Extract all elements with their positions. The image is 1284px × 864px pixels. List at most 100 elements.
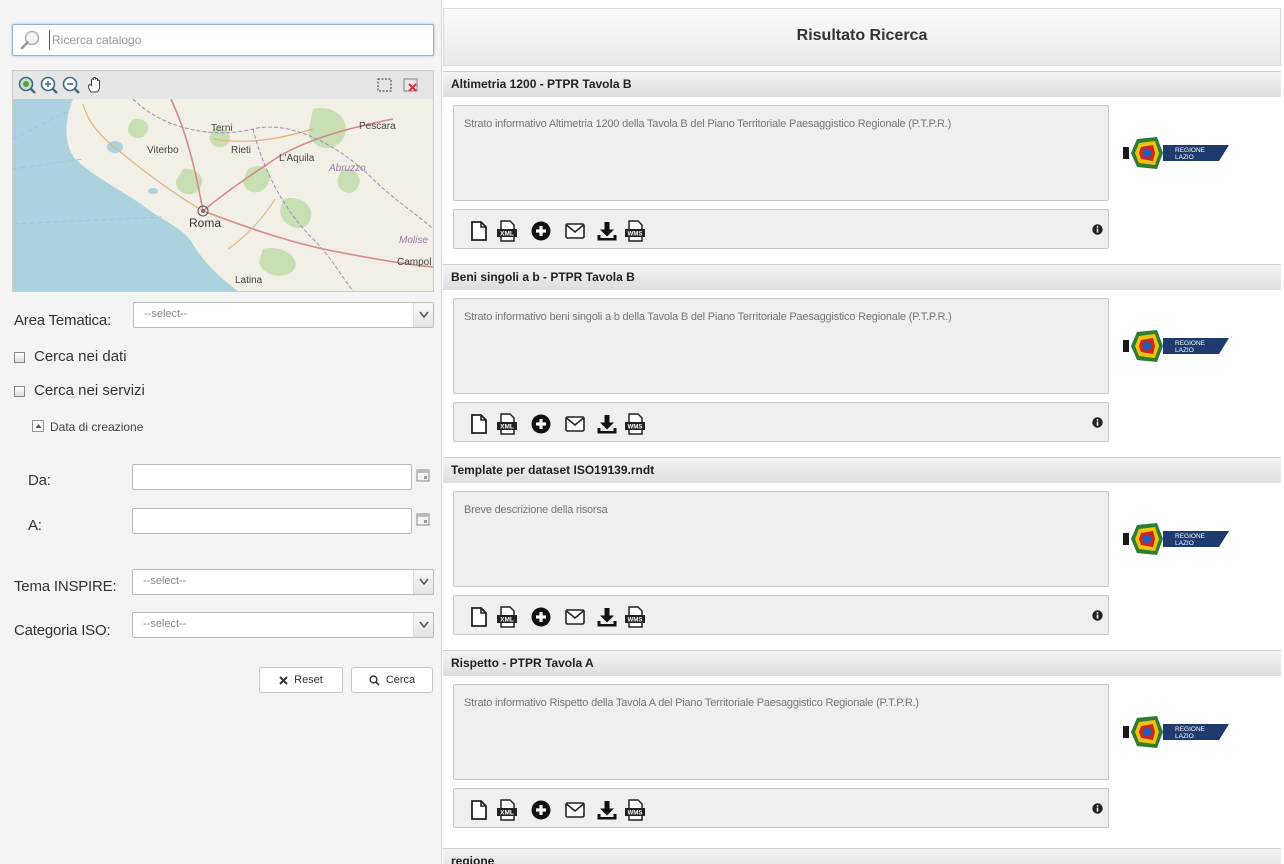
pan-hand-icon[interactable] [85, 75, 105, 95]
map-label-abruzzo: Abruzzo [328, 163, 366, 174]
close-icon [279, 675, 288, 685]
envelope-icon[interactable] [564, 799, 586, 821]
record-description: Strato informativo Altimetria 1200 della… [453, 105, 1109, 201]
document-icon[interactable] [468, 220, 490, 242]
document-icon[interactable] [468, 413, 490, 435]
add-circle-icon[interactable] [530, 413, 552, 435]
zoom-out-icon[interactable] [61, 75, 81, 95]
search-icon [20, 30, 40, 50]
download-icon[interactable] [596, 413, 618, 435]
catalog-search-input[interactable] [49, 30, 419, 50]
record-title-bar[interactable]: Beni singoli a b - PTPR Tavola B [443, 264, 1281, 290]
record-title-bar[interactable]: Rispetto - PTPR Tavola A [443, 650, 1281, 676]
map-label-pescara: Pescara [359, 121, 396, 132]
categoria-iso-select[interactable]: --select-- [132, 612, 434, 638]
add-circle-icon[interactable] [530, 606, 552, 628]
cerca-button-label: Cerca [385, 674, 416, 686]
results-header: Risultato Ricerca [443, 8, 1281, 66]
zoom-in-icon[interactable] [39, 75, 59, 95]
map-label-viterbo: Viterbo [147, 145, 179, 156]
categoria-iso-value: --select-- [143, 618, 187, 630]
info-icon[interactable] [1092, 610, 1103, 621]
xml-icon[interactable]: XML [496, 799, 518, 821]
results-panel: Risultato Ricerca Altimetria 1200 - PTPR… [443, 0, 1284, 864]
wms-badge-text: WMS [628, 811, 643, 817]
envelope-icon[interactable] [564, 220, 586, 242]
wms-icon[interactable]: WMS [624, 413, 646, 435]
a-label: A: [28, 517, 42, 534]
xml-badge-text: XML [500, 231, 514, 238]
result-record: Altimetria 1200 - PTPR Tavola B Strato i… [443, 71, 1281, 261]
xml-badge-text: XML [500, 617, 514, 624]
map-canvas[interactable]: Terni Pescara Viterbo Rieti L'Aquila Abr… [13, 99, 433, 291]
map-widget[interactable]: Terni Pescara Viterbo Rieti L'Aquila Abr… [12, 70, 434, 292]
wms-icon[interactable]: WMS [624, 799, 646, 821]
map-label-molise: Molise [399, 235, 428, 246]
map-toolbar [13, 71, 433, 99]
cerca-dati-label: Cerca nei dati [34, 348, 127, 365]
xml-icon[interactable]: XML [496, 413, 518, 435]
tema-inspire-select[interactable]: --select-- [132, 569, 434, 595]
record-description: Strato informativo beni singoli a b dell… [453, 298, 1109, 394]
record-toolbar: XML WMS [453, 209, 1109, 249]
document-icon[interactable] [468, 799, 490, 821]
regione-lazio-logo: REGIONE LAZIO [1123, 137, 1229, 169]
download-icon[interactable] [596, 799, 618, 821]
download-icon[interactable] [596, 606, 618, 628]
checkbox-box[interactable] [14, 352, 25, 363]
download-icon[interactable] [596, 220, 618, 242]
wms-icon[interactable]: WMS [624, 220, 646, 242]
wms-icon[interactable]: WMS [624, 606, 646, 628]
chevron-down-icon [413, 613, 433, 637]
chevron-down-icon [413, 570, 433, 594]
record-title-text: Altimetria 1200 - PTPR Tavola B [451, 77, 632, 91]
record-title-bar[interactable]: Altimetria 1200 - PTPR Tavola B [443, 71, 1281, 97]
add-circle-icon[interactable] [530, 799, 552, 821]
calendar-icon[interactable] [416, 512, 430, 526]
map-label-laquila: L'Aquila [279, 153, 315, 164]
record-title-bar[interactable]: Template per dataset ISO19139.rndt [443, 457, 1281, 483]
clear-selection-icon[interactable] [401, 75, 421, 95]
reset-button[interactable]: Reset [259, 667, 343, 693]
area-tematica-label: Area Tematica: [14, 312, 111, 329]
regione-lazio-logo: REGIONE LAZIO [1123, 523, 1229, 555]
envelope-icon[interactable] [564, 606, 586, 628]
record-title-partial[interactable]: regione [443, 848, 1281, 864]
logo-text-regione: REGIONE [1175, 533, 1206, 540]
result-record: Template per dataset ISO19139.rndt Breve… [443, 457, 1281, 647]
wms-badge-text: WMS [628, 618, 643, 624]
logo-text-lazio: LAZIO [1175, 733, 1194, 740]
record-description-text: Strato informativo beni singoli a b dell… [464, 311, 952, 323]
collapse-arrow-icon[interactable] [32, 420, 44, 432]
regione-lazio-logo: REGIONE LAZIO [1123, 330, 1229, 362]
wms-badge-text: WMS [628, 232, 643, 238]
record-title-text: Rispetto - PTPR Tavola A [451, 656, 594, 670]
logo-text-regione: REGIONE [1175, 726, 1206, 733]
catalog-app: Terni Pescara Viterbo Rieti L'Aquila Abr… [0, 0, 1284, 864]
da-date-input[interactable] [132, 464, 412, 490]
da-label: Da: [28, 472, 51, 489]
catalog-search-box[interactable] [12, 24, 434, 56]
info-icon[interactable] [1092, 224, 1103, 235]
select-box-icon[interactable] [375, 75, 395, 95]
a-date-input[interactable] [132, 508, 412, 534]
info-icon[interactable] [1092, 803, 1103, 814]
envelope-icon[interactable] [564, 413, 586, 435]
tema-inspire-value: --select-- [143, 575, 187, 587]
cerca-button[interactable]: Cerca [351, 667, 433, 693]
area-tematica-select[interactable]: --select-- [133, 302, 434, 328]
xml-icon[interactable]: XML [496, 220, 518, 242]
info-icon[interactable] [1092, 417, 1103, 428]
xml-badge-text: XML [500, 810, 514, 817]
add-circle-icon[interactable] [530, 220, 552, 242]
calendar-icon[interactable] [416, 468, 430, 482]
checkbox-box[interactable] [14, 386, 25, 397]
xml-icon[interactable]: XML [496, 606, 518, 628]
record-title-text: Beni singoli a b - PTPR Tavola B [451, 270, 635, 284]
document-icon[interactable] [468, 606, 490, 628]
map-label-roma: Roma [189, 216, 221, 230]
tema-inspire-label: Tema INSPIRE: [14, 578, 117, 595]
search-icon [369, 674, 380, 686]
xml-badge-text: XML [500, 424, 514, 431]
zoom-extent-icon[interactable] [17, 75, 37, 95]
